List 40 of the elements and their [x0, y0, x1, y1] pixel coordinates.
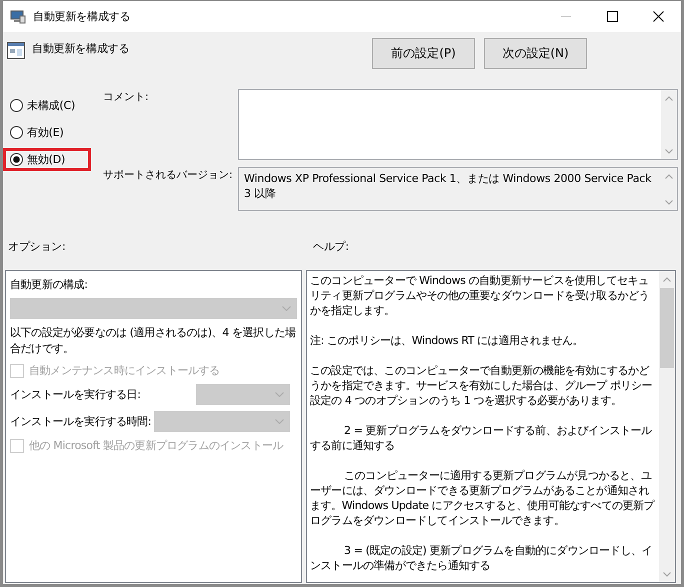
help-paragraph: このコンピューターに適用する更新プログラムが見つかると、ユーザーには、ダウンロードできる更新プログラムがあることが通知されます。Windows Update にアクセスすると、使用可能なすべての更新プログラムをダウンロードしてインストールできます。 — [310, 468, 656, 528]
maximize-icon[interactable] — [606, 11, 618, 22]
computer-icon — [10, 10, 26, 24]
settings-window-icon — [7, 42, 25, 59]
window-title: 自動更新を構成する — [33, 9, 132, 24]
scroll-up-icon[interactable] — [663, 276, 671, 282]
radio-button[interactable] — [10, 99, 23, 112]
radio-option[interactable]: 無効(D) — [10, 152, 66, 167]
help-paragraph: 注: このポリシーは、Windows RT には適用されません。 — [310, 333, 584, 348]
supported-label: サポートされるバージョン: — [103, 168, 234, 182]
scroll-down-icon[interactable] — [663, 572, 671, 576]
option-note: 以下の設定が必要なのは (適用されるのは)、4 を選択した場合だけです。 — [10, 325, 297, 357]
help-paragraph: 2 = 更新プログラムをダウンロードする前、およびインストールする前に通知する — [310, 423, 653, 453]
chevron-icon — [275, 392, 284, 397]
supported-versions-text: Windows XP Professional Service Pack 1、または Windows 2000 Service Pack 3 以降 — [243, 171, 652, 202]
comment-field[interactable] — [238, 89, 678, 160]
close-icon[interactable] — [652, 11, 664, 22]
scroll-down-icon[interactable] — [665, 200, 673, 204]
help-paragraph: 3 = (既定の設定) 更新プログラムを自動的にダウンロードし、インストールの準備ができたら通知する — [310, 543, 654, 573]
chevron-icon — [282, 306, 291, 311]
options-label: オプション: — [8, 239, 67, 254]
help-label: ヘルプ: — [313, 239, 349, 254]
dropdown-label: インストールを実行する日: — [10, 387, 141, 402]
help-paragraph: この設定では、このコンピューターで自動更新の機能を有効にするかどうかを指定できます。サービスを有効にした場合は、グループ ポリシー設定の 4 つのオプションのうち 1 つを選択する必要があります。 — [310, 363, 654, 408]
previous-setting-button[interactable]: 前の設定(P) — [372, 38, 475, 69]
option-heading: 自動更新の構成: — [10, 277, 89, 292]
policy-name: 自動更新を構成する — [32, 41, 130, 57]
scroll-up-icon[interactable] — [665, 96, 673, 100]
radio-option[interactable]: 未構成(C) — [10, 98, 76, 113]
comment-label: コメント: — [103, 90, 150, 104]
radio-button[interactable] — [10, 126, 23, 139]
next-setting-button[interactable]: 次の設定(N) — [484, 38, 587, 69]
radio-button[interactable] — [10, 153, 23, 166]
dropdown-label: インストールを実行する時間: — [10, 414, 152, 429]
chevron-icon — [275, 419, 284, 424]
scroll-down-icon[interactable] — [665, 148, 673, 154]
radio-option[interactable]: 有効(E) — [10, 125, 64, 140]
scrollbar-thumb[interactable] — [660, 288, 674, 368]
scroll-up-icon[interactable] — [665, 174, 673, 178]
help-paragraph: このコンピューターで Windows の自動更新サービスを使用してセキュリティ更新プログラムやその他の重要なダウンロードを受け取るかどうかを指定します。 — [310, 273, 650, 318]
